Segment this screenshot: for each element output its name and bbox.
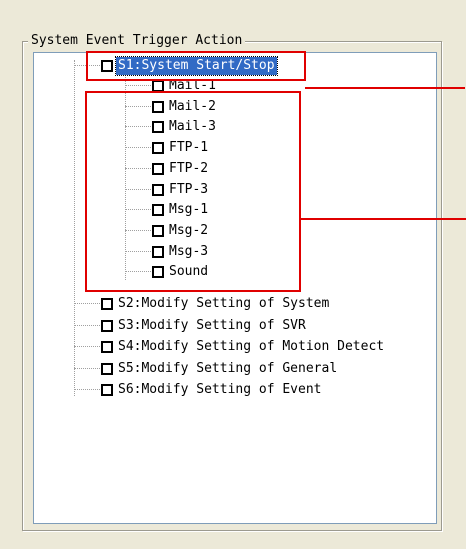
tree-node-s4[interactable]: S4:Modify Setting of Motion Detect (101, 337, 386, 357)
s2-checkbox[interactable] (101, 298, 113, 310)
window-edge (447, 0, 466, 549)
tree-node-s3[interactable]: S3:Modify Setting of SVR (101, 316, 308, 336)
tree-node-s5[interactable]: S5:Modify Setting of General (101, 359, 339, 379)
tree-connector-child (125, 85, 151, 86)
s5-checkbox[interactable] (101, 362, 113, 375)
s5-label[interactable]: S5:Modify Setting of General (116, 360, 339, 378)
tree-connector-s5 (74, 367, 100, 369)
s3-label[interactable]: S3:Modify Setting of SVR (116, 317, 308, 335)
tree-connector-s3 (74, 324, 100, 326)
s4-checkbox[interactable] (101, 341, 113, 353)
annotation-line-s1 (305, 87, 465, 89)
annotation-highlight-children (85, 91, 301, 292)
tree-connector-s4 (74, 346, 100, 347)
tree-node-s2[interactable]: S2:Modify Setting of System (101, 294, 331, 314)
s2-label[interactable]: S2:Modify Setting of System (116, 295, 331, 313)
tree-connector-s2 (74, 303, 100, 304)
tree-node-s6[interactable]: S6:Modify Setting of Event (101, 380, 324, 400)
s6-checkbox[interactable] (101, 384, 113, 396)
s3-checkbox[interactable] (101, 319, 113, 332)
s4-label[interactable]: S4:Modify Setting of Motion Detect (116, 338, 386, 356)
annotation-line-children (300, 218, 466, 220)
s6-label[interactable]: S6:Modify Setting of Event (116, 381, 324, 399)
tree-connector-s6 (74, 389, 100, 390)
group-box-legend: System Event Trigger Action (28, 32, 246, 50)
annotation-highlight-s1 (86, 51, 306, 81)
